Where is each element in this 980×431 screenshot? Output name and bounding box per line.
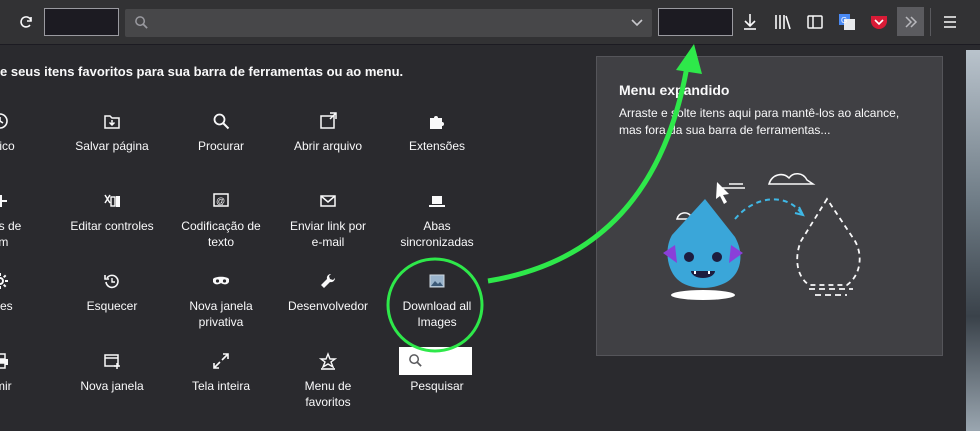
palette-item-label: rimir	[0, 379, 12, 393]
palette-item[interactable]: Procurar	[166, 112, 276, 154]
palette-item[interactable]: Extensões	[382, 112, 492, 154]
gear-icon	[0, 272, 9, 290]
palette-item-label: Enviar link por e-mail	[289, 219, 367, 249]
palette-item[interactable]: Salvar página	[57, 112, 167, 154]
palette-item[interactable]: rimir	[0, 352, 55, 394]
library-icon[interactable]	[772, 11, 794, 33]
palette-item-label: tórico	[0, 139, 15, 153]
search-icon	[134, 15, 149, 35]
puzzle-icon	[428, 112, 446, 130]
palette-item[interactable]: roles de om	[0, 192, 55, 250]
hamburger-icon[interactable]	[940, 11, 960, 33]
palette-item[interactable]: Nova janela	[57, 352, 167, 394]
customize-heading: e seus itens favoritos para sua barra de…	[0, 64, 404, 79]
synced-tabs-icon	[428, 192, 446, 210]
palette-item-label: Tela inteira	[191, 379, 251, 393]
palette-item[interactable]: Nova janela privativa	[166, 272, 276, 330]
palette-item-label: Editar controles	[70, 219, 154, 233]
palette-item-label: Pesquisar	[410, 379, 464, 393]
palette-item[interactable]: Esquecer	[57, 272, 167, 314]
palette-item-label: Abas sincronizadas	[400, 219, 474, 249]
palette-item-label: Procurar	[197, 139, 244, 153]
palette-item-label: ções	[0, 299, 13, 313]
palette-item-label: Desenvolvedor	[287, 299, 369, 313]
palette-item-label: Salvar página	[75, 139, 149, 153]
history-icon	[0, 112, 9, 130]
forget-icon	[103, 272, 121, 290]
palette-item[interactable]: tórico	[0, 112, 55, 154]
private-window-icon	[212, 272, 230, 290]
palette-item[interactable]: Abas sincronizadas	[382, 192, 492, 250]
svg-text:G: G	[841, 16, 847, 25]
palette-item-label: Esquecer	[86, 299, 138, 313]
reload-icon[interactable]	[16, 12, 36, 32]
palette-item[interactable]: Download all Images	[382, 272, 492, 330]
palette-item-label: Extensões	[408, 139, 466, 153]
search-icon	[212, 112, 230, 130]
overflow-menu-panel: Menu expandido Arraste e solte itens aqu…	[596, 56, 943, 356]
palette-item-label: Abrir arquivo	[293, 139, 363, 153]
browser-toolbar: G	[0, 0, 980, 45]
new-window-icon	[103, 352, 121, 370]
toolbar-separator	[930, 8, 931, 36]
palette-item-label: Nova janela	[80, 379, 144, 393]
palette-item-label: Download all Images	[402, 299, 472, 329]
palette-item-label: Codificação de texto	[181, 219, 261, 249]
palette-item[interactable]: Menu de favoritos	[273, 352, 383, 410]
zoom-icon	[0, 192, 9, 210]
search-box[interactable]	[658, 8, 733, 36]
translate-icon[interactable]: G	[836, 11, 858, 33]
palette-item[interactable]: @ Codificação de texto	[166, 192, 276, 250]
address-box[interactable]	[44, 8, 119, 36]
save-page-icon	[103, 112, 121, 130]
search-icon	[408, 353, 423, 373]
double-chevron-icon[interactable]	[897, 7, 924, 36]
edit-controls-icon	[103, 192, 121, 210]
print-icon	[0, 352, 9, 370]
palette-item[interactable]: Desenvolvedor	[273, 272, 383, 314]
fullscreen-icon	[212, 352, 230, 370]
pocket-icon[interactable]	[868, 11, 890, 33]
background-image-edge	[966, 50, 980, 431]
open-file-icon	[319, 112, 337, 130]
palette-item[interactable]: Tela inteira	[166, 352, 276, 394]
palette-item[interactable]: ções	[0, 272, 55, 314]
palette-item-label: Nova janela privativa	[189, 299, 253, 329]
bookmarks-menu-icon	[318, 352, 338, 370]
encoding-icon: @	[212, 192, 230, 210]
palette-item[interactable]: Enviar link por e-mail	[273, 192, 383, 250]
chevron-down-icon[interactable]	[630, 16, 644, 35]
email-icon	[319, 192, 337, 210]
download-icon[interactable]	[740, 11, 760, 33]
image-icon	[428, 272, 446, 290]
sidebar-icon[interactable]	[804, 11, 826, 33]
wrench-icon	[319, 272, 337, 290]
palette-item[interactable]: Editar controles	[57, 192, 167, 234]
palette-item[interactable]: Abrir arquivo	[273, 112, 383, 154]
palette-item-label: roles de om	[0, 219, 22, 249]
overflow-illustration	[663, 173, 861, 300]
search-widget[interactable]	[399, 347, 472, 375]
palette-item-label: Menu de favoritos	[304, 379, 352, 409]
svg-text:@: @	[216, 196, 225, 206]
url-bar[interactable]	[125, 9, 652, 37]
